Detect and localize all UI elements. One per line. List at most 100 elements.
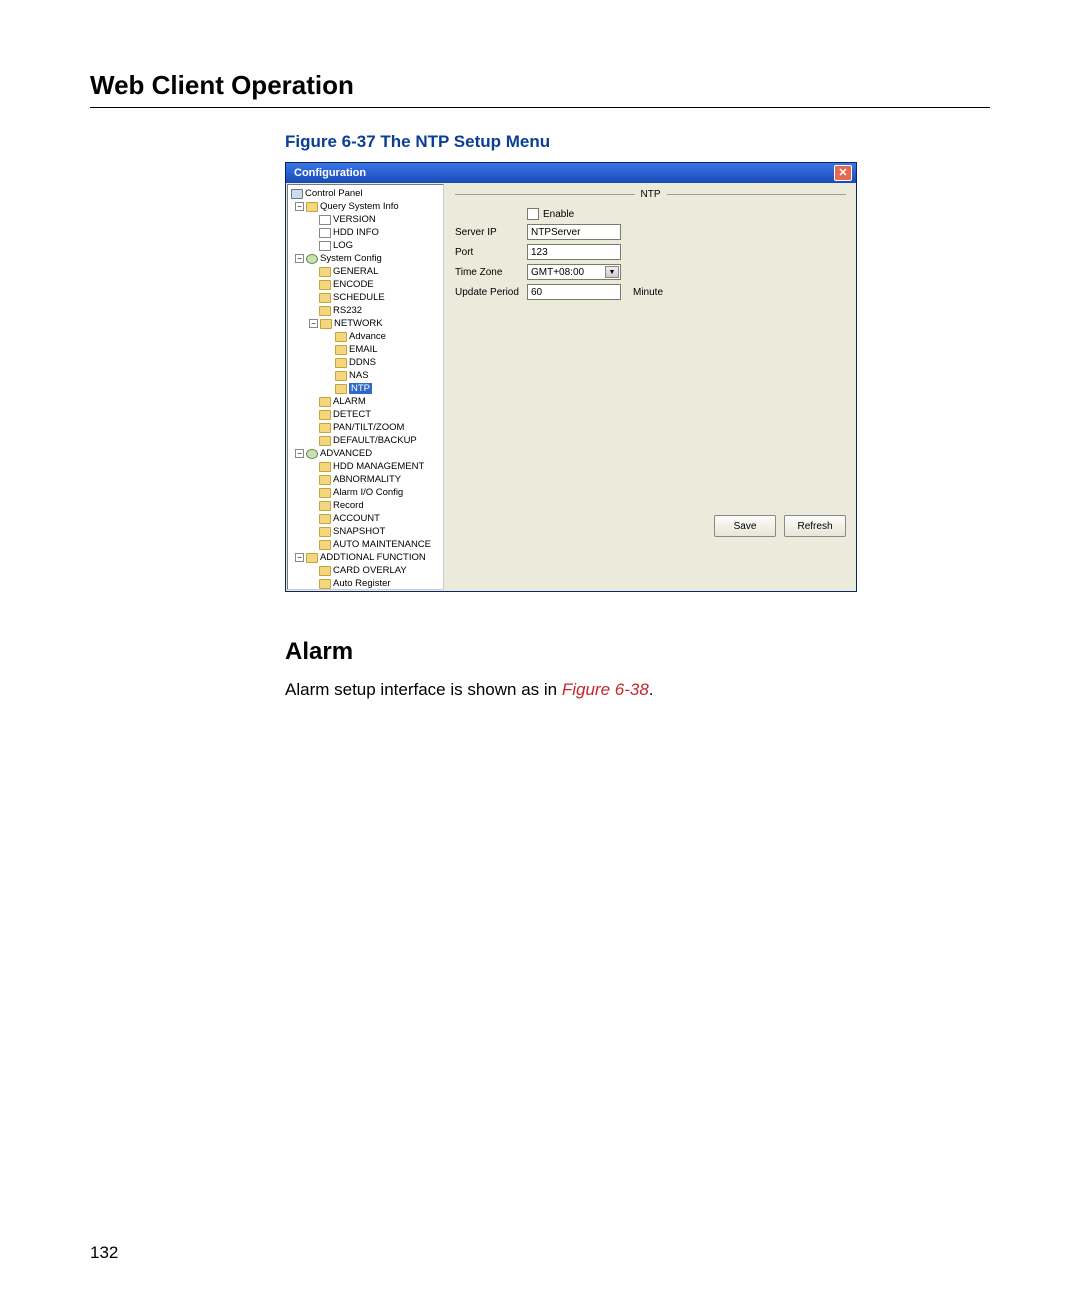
tree-label: ALARM: [333, 396, 366, 408]
tree-label: DDNS: [349, 357, 376, 369]
timezone-select[interactable]: GMT+08:00 ▼: [527, 264, 621, 280]
titlebar: Configuration ✕: [286, 163, 856, 183]
folder-icon: [319, 436, 331, 446]
tree-label: ABNORMALITY: [333, 474, 401, 486]
tree-advanced[interactable]: − ADVANCED: [291, 447, 441, 460]
page-title: Web Client Operation: [90, 70, 990, 108]
tree-nas[interactable]: NAS: [291, 369, 441, 382]
refresh-button[interactable]: Refresh: [784, 515, 846, 537]
tree-label: RS232: [333, 305, 362, 317]
tree-label: LOG: [333, 240, 353, 252]
tree-label: HDD INFO: [333, 227, 379, 239]
folder-icon: [319, 462, 331, 472]
server-ip-label: Server IP: [455, 227, 527, 238]
tree-general[interactable]: GENERAL: [291, 265, 441, 278]
folder-icon: [319, 488, 331, 498]
tree-detect[interactable]: DETECT: [291, 408, 441, 421]
tree-addtional-function[interactable]: − ADDTIONAL FUNCTION: [291, 551, 441, 564]
tree-root[interactable]: Control Panel: [291, 187, 441, 200]
tree-advance[interactable]: Advance: [291, 330, 441, 343]
body-text-1: Alarm setup interface is shown as in: [285, 680, 562, 699]
gear-icon: [306, 449, 318, 459]
tree-label: ADDTIONAL FUNCTION: [320, 552, 426, 564]
tree-rs232[interactable]: RS232: [291, 304, 441, 317]
tree-system-config[interactable]: − System Config: [291, 252, 441, 265]
tree-snapshot[interactable]: SNAPSHOT: [291, 525, 441, 538]
window-title: Configuration: [294, 167, 834, 179]
figure-reference: Figure 6-38: [562, 680, 649, 699]
tree-log[interactable]: LOG: [291, 239, 441, 252]
tree-email[interactable]: EMAIL: [291, 343, 441, 356]
tree-query-system-info[interactable]: − Query System Info: [291, 200, 441, 213]
collapse-icon[interactable]: −: [295, 202, 304, 211]
port-input[interactable]: [527, 244, 621, 260]
doc-icon: [319, 241, 331, 251]
tree-hdd-info[interactable]: HDD INFO: [291, 226, 441, 239]
tree-alarm[interactable]: ALARM: [291, 395, 441, 408]
tree-label: GENERAL: [333, 266, 378, 278]
tree-version[interactable]: VERSION: [291, 213, 441, 226]
configuration-window: Configuration ✕ Control Panel − Query Sy…: [285, 162, 857, 592]
folder-icon: [319, 527, 331, 537]
monitor-icon: [291, 189, 303, 199]
collapse-icon[interactable]: −: [295, 449, 304, 458]
folder-icon: [319, 306, 331, 316]
tree-hdd-management[interactable]: HDD MANAGEMENT: [291, 460, 441, 473]
tree-schedule[interactable]: SCHEDULE: [291, 291, 441, 304]
tree-ptz[interactable]: PAN/TILT/ZOOM: [291, 421, 441, 434]
panel-title: NTP: [635, 189, 667, 200]
server-ip-input[interactable]: [527, 224, 621, 240]
folder-icon: [319, 280, 331, 290]
tree-label: Advance: [349, 331, 386, 343]
tree-label: CARD OVERLAY: [333, 565, 407, 577]
folder-icon: [319, 579, 331, 589]
collapse-icon[interactable]: −: [309, 319, 318, 328]
tree-label: PAN/TILT/ZOOM: [333, 422, 404, 434]
tree-label: Auto Register: [333, 578, 391, 590]
tree-card-overlay[interactable]: CARD OVERLAY: [291, 564, 441, 577]
folder-icon: [335, 345, 347, 355]
tree-auto-register[interactable]: Auto Register: [291, 577, 441, 590]
tree-ntp[interactable]: NTP: [291, 382, 441, 395]
unit-label: Minute: [633, 287, 663, 298]
folder-icon: [335, 332, 347, 342]
tree-auto-maintenance[interactable]: AUTO MAINTENANCE: [291, 538, 441, 551]
enable-label: Enable: [543, 209, 574, 220]
tree-label: DEFAULT/BACKUP: [333, 435, 417, 447]
tree-label: System Config: [320, 253, 382, 265]
folder-icon: [319, 267, 331, 277]
tree-label: ENCODE: [333, 279, 374, 291]
tree-label: SCHEDULE: [333, 292, 385, 304]
divider: [667, 194, 847, 195]
tree-label: NETWORK: [334, 318, 383, 330]
tree-label: ACCOUNT: [333, 513, 380, 525]
tree-record[interactable]: Record: [291, 499, 441, 512]
tree-label: AUTO MAINTENANCE: [333, 539, 431, 551]
tree-default-backup[interactable]: DEFAULT/BACKUP: [291, 434, 441, 447]
folder-icon: [335, 358, 347, 368]
folder-icon: [319, 475, 331, 485]
save-button[interactable]: Save: [714, 515, 776, 537]
enable-checkbox[interactable]: [527, 208, 539, 220]
tree-encode[interactable]: ENCODE: [291, 278, 441, 291]
collapse-icon[interactable]: −: [295, 553, 304, 562]
timezone-value: GMT+08:00: [531, 267, 584, 278]
figure-caption: Figure 6-37 The NTP Setup Menu: [285, 132, 990, 152]
folder-icon: [319, 514, 331, 524]
gear-icon: [306, 254, 318, 264]
tree-alarm-io[interactable]: Alarm I/O Config: [291, 486, 441, 499]
update-period-input[interactable]: [527, 284, 621, 300]
tree-abnormality[interactable]: ABNORMALITY: [291, 473, 441, 486]
tree-network[interactable]: − NETWORK: [291, 317, 441, 330]
tree-account[interactable]: ACCOUNT: [291, 512, 441, 525]
page-number: 132: [90, 1243, 118, 1263]
tree-ddns[interactable]: DDNS: [291, 356, 441, 369]
collapse-icon[interactable]: −: [295, 254, 304, 263]
tree-panel: Control Panel − Query System Info VERSIO…: [287, 184, 444, 590]
folder-icon: [335, 371, 347, 381]
divider: [455, 194, 635, 195]
close-button[interactable]: ✕: [834, 165, 852, 181]
tree-label: DETECT: [333, 409, 371, 421]
tree-label: ADVANCED: [320, 448, 372, 460]
folder-icon: [319, 293, 331, 303]
